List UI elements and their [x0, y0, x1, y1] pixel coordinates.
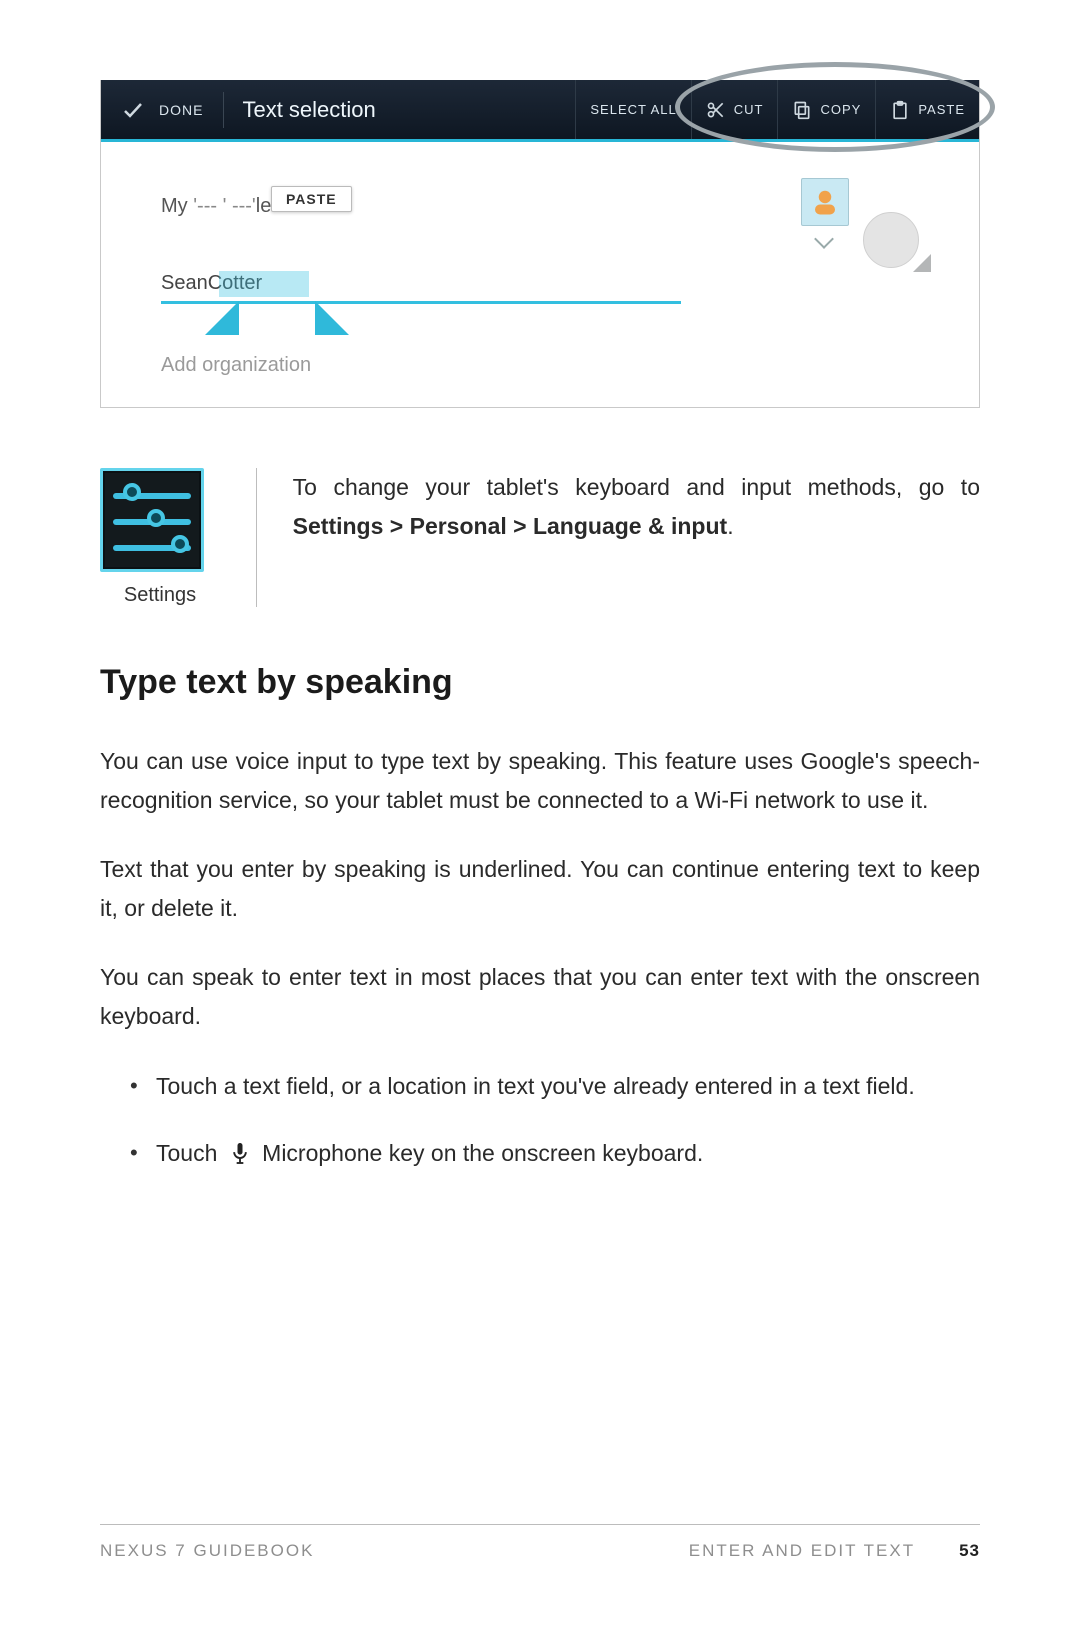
- selection-handle-end[interactable]: [315, 301, 349, 335]
- section-heading: Type text by speaking: [100, 663, 980, 702]
- scissors-icon: [706, 100, 726, 120]
- profile-avatar-thumbnail[interactable]: [801, 178, 849, 226]
- copy-icon: [792, 100, 812, 120]
- footer-page-number: 53: [959, 1541, 980, 1561]
- action-bar: DONE Text selection SELECT ALL CUT COPY …: [101, 80, 979, 142]
- cut-label: CUT: [734, 102, 764, 117]
- copy-label: COPY: [820, 102, 861, 117]
- name-input[interactable]: Sean Cotter: [161, 244, 681, 304]
- settings-icon-label: Settings: [100, 584, 220, 607]
- contact-avatar-placeholder[interactable]: [863, 212, 919, 268]
- steps-list: Touch a text field, or a location in tex…: [100, 1067, 980, 1177]
- profile-field-row: My '--- ' ---'le PASTE: [161, 172, 919, 240]
- checkmark-icon: [121, 98, 145, 122]
- selection-highlight: [219, 271, 309, 297]
- clipboard-icon: [890, 100, 910, 120]
- done-label: DONE: [159, 102, 203, 118]
- body-paragraph-3: You can speak to enter text in most plac…: [100, 958, 980, 1036]
- step-item-2: Touch Microphone key on the onscreen key…: [130, 1134, 980, 1177]
- settings-tip-text: To change your tablet's keyboard and inp…: [293, 468, 980, 607]
- paste-tooltip[interactable]: PASTE: [271, 186, 352, 212]
- copy-button[interactable]: COPY: [777, 80, 875, 139]
- body-paragraph-1: You can use voice input to type text by …: [100, 742, 980, 820]
- person-icon: [810, 187, 840, 217]
- profile-field-text: My '--- ' ---'le: [161, 195, 271, 218]
- selection-handle-start[interactable]: [205, 301, 239, 335]
- footer-chapter: ENTER AND EDIT TEXT: [689, 1541, 915, 1561]
- done-button[interactable]: DONE: [101, 80, 223, 139]
- step-item-1: Touch a text field, or a location in tex…: [130, 1067, 980, 1106]
- settings-app-icon: [100, 468, 204, 572]
- footer-book-title: NEXUS 7 GUIDEBOOK: [100, 1541, 314, 1561]
- settings-tip-block: Settings To change your tablet's keyboar…: [100, 468, 980, 607]
- resize-corner-icon: [913, 254, 931, 272]
- paste-label: PASTE: [918, 102, 965, 117]
- cut-button[interactable]: CUT: [691, 80, 778, 139]
- body-paragraph-2: Text that you enter by speaking is under…: [100, 850, 980, 928]
- add-organization-link[interactable]: Add organization: [161, 354, 919, 377]
- name-text-unselected: Sean: [161, 272, 208, 295]
- page-footer: NEXUS 7 GUIDEBOOK ENTER AND EDIT TEXT 53: [100, 1524, 980, 1561]
- vertical-divider: [256, 468, 257, 607]
- action-bar-title: Text selection: [223, 92, 375, 128]
- select-all-button[interactable]: SELECT ALL: [575, 80, 690, 139]
- paste-button[interactable]: PASTE: [875, 80, 979, 139]
- select-all-label: SELECT ALL: [590, 102, 676, 117]
- text-selection-screenshot: DONE Text selection SELECT ALL CUT COPY …: [100, 80, 980, 408]
- microphone-icon: [230, 1138, 250, 1177]
